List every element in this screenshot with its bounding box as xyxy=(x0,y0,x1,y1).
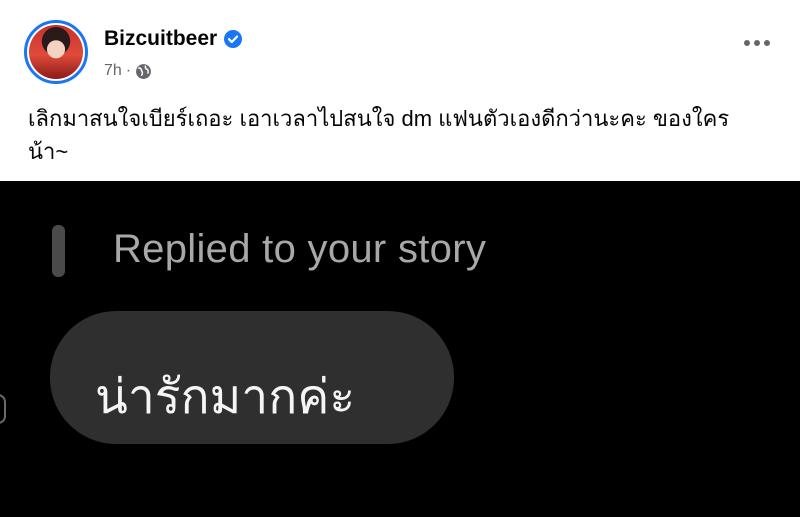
post-meta: 7h · xyxy=(104,62,152,80)
more-options-icon[interactable] xyxy=(744,40,770,46)
replied-label: Replied to your story xyxy=(113,227,487,271)
post-time[interactable]: 7h xyxy=(104,62,122,80)
post-header: Bizcuitbeer 7h · xyxy=(0,0,800,96)
author-name[interactable]: Bizcuitbeer xyxy=(104,27,217,51)
verified-badge-icon xyxy=(224,30,243,48)
message-text: น่ารักมากค่ะ xyxy=(95,371,356,424)
author-name-row: Bizcuitbeer xyxy=(104,27,243,51)
cropped-icon xyxy=(0,394,6,424)
author-avatar[interactable] xyxy=(24,20,88,84)
reply-indicator-bar xyxy=(52,225,65,277)
meta-separator: · xyxy=(125,62,132,79)
post-text: เลิกมาสนใจเบียร์เถอะ เอาเวลาไปสนใจ dm แฟ… xyxy=(28,106,730,164)
globe-icon[interactable] xyxy=(135,63,152,80)
story-screenshot: Replied to your story น่ารักมากค่ะ xyxy=(0,181,800,517)
